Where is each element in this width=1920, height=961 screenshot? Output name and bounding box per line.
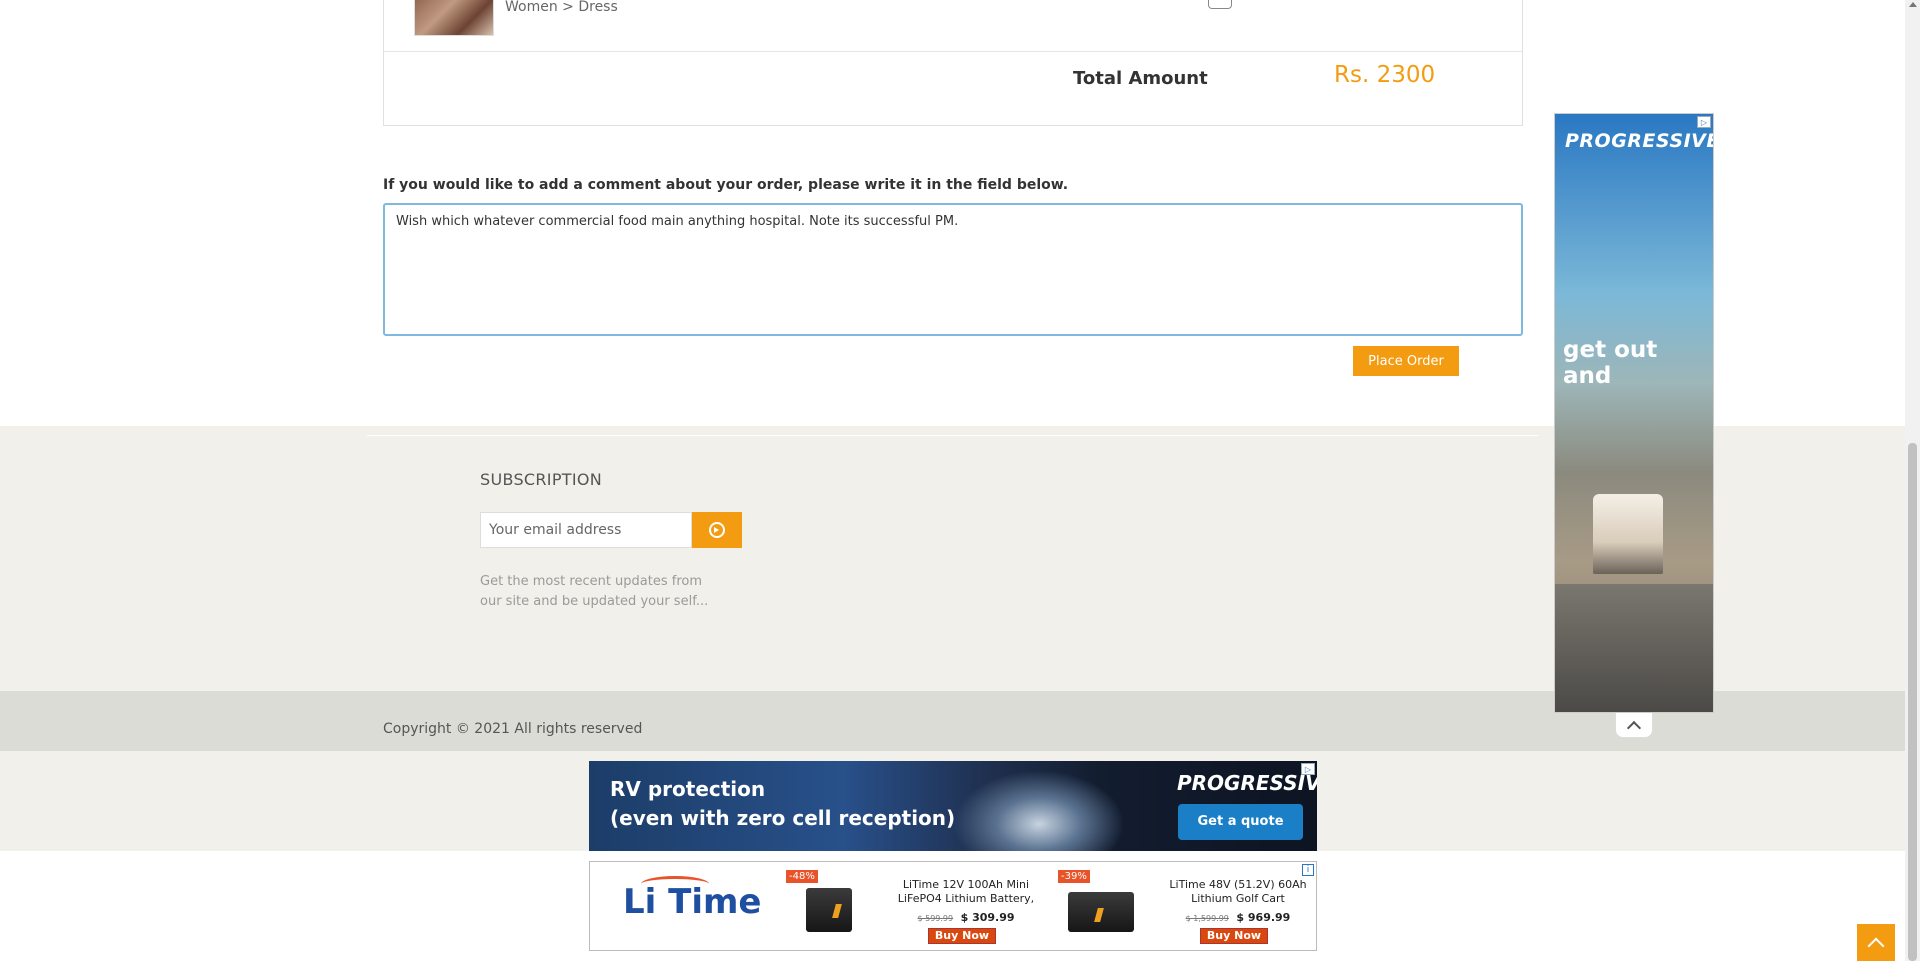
page-scrollbar[interactable] bbox=[1905, 0, 1920, 961]
side-ad-tagline: get out and bbox=[1563, 337, 1658, 389]
road-image bbox=[1555, 584, 1713, 712]
info-icon[interactable]: i bbox=[1302, 864, 1314, 876]
subscription-title: SUBSCRIPTION bbox=[480, 470, 603, 489]
banner-ad-line2: (even with zero cell reception) bbox=[610, 806, 956, 830]
subscribe-button[interactable] bbox=[692, 512, 742, 548]
product-thumbnail[interactable] bbox=[414, 0, 494, 36]
comment-label: If you would like to add a comment about… bbox=[383, 177, 1069, 193]
place-order-button[interactable]: Place Order bbox=[1353, 346, 1459, 376]
discount-badge: -48% bbox=[786, 870, 818, 883]
order-comment-textarea[interactable]: Wish which whatever commercial food main… bbox=[383, 203, 1523, 336]
scroll-to-top-button[interactable] bbox=[1857, 924, 1895, 961]
footer-divider bbox=[367, 435, 1538, 436]
item-category: Women > Dress bbox=[505, 0, 618, 15]
litime-product-2[interactable]: -39% LiTime 48V (51.2V) 60Ah Lithium Gol… bbox=[1058, 870, 1358, 945]
rv-image bbox=[1593, 494, 1663, 574]
new-price: $ 309.99 bbox=[960, 911, 1015, 924]
old-price: $ 1,599.99 bbox=[1185, 914, 1229, 923]
scrollbar-thumb[interactable] bbox=[1908, 443, 1917, 961]
side-ad[interactable]: PROGRESSIVE get out and ▷ bbox=[1554, 113, 1714, 713]
banner-ad-line1: RV protection bbox=[610, 777, 766, 801]
copyright-text: Copyright © 2021 All rights reserved bbox=[383, 721, 643, 737]
subscription-description: Get the most recent updates from our sit… bbox=[480, 574, 709, 609]
total-amount-label: Total Amount bbox=[1073, 68, 1208, 89]
banner-ad-brand: PROGRESSIVE bbox=[1177, 771, 1317, 795]
old-price: $ 599.99 bbox=[917, 914, 954, 923]
buy-now-button[interactable]: Buy Now bbox=[1200, 928, 1268, 944]
adchoices-icon[interactable]: ▷ bbox=[1301, 763, 1315, 775]
scroll-up-arrow-icon[interactable] bbox=[1909, 2, 1917, 7]
litime-logo: Li Time bbox=[623, 876, 762, 922]
chevron-up-icon bbox=[1626, 720, 1642, 736]
litime-product-1[interactable]: -48% LiTime 12V 100Ah Mini LiFePO4 Lithi… bbox=[786, 870, 1086, 945]
total-amount-value: Rs. 2300 bbox=[1334, 62, 1436, 88]
litime-ad[interactable]: Li Time -48% LiTime 12V 100Ah Mini LiFeP… bbox=[589, 861, 1317, 951]
battery-image bbox=[1068, 892, 1134, 932]
battery-image bbox=[806, 888, 852, 932]
product-prices: $ 1,599.99 $ 969.99 bbox=[1158, 911, 1318, 924]
arrow-circle-right-icon bbox=[709, 522, 725, 538]
get-quote-button[interactable]: Get a quote bbox=[1178, 804, 1303, 840]
side-ad-brand: PROGRESSIVE bbox=[1565, 130, 1714, 152]
logo-arc bbox=[641, 876, 709, 892]
product-prices: $ 599.99 $ 309.99 bbox=[886, 911, 1046, 924]
product-name: LiTime 48V (51.2V) 60Ah Lithium Golf Car… bbox=[1169, 878, 1307, 905]
subscription-email-input[interactable] bbox=[480, 512, 692, 548]
buy-now-button[interactable]: Buy Now bbox=[928, 928, 996, 944]
adchoices-icon[interactable]: ▷ bbox=[1697, 116, 1711, 128]
item-checkbox[interactable] bbox=[1208, 0, 1232, 9]
discount-badge: -39% bbox=[1058, 870, 1090, 883]
product-name: LiTime 12V 100Ah Mini LiFePO4 Lithium Ba… bbox=[897, 878, 1035, 905]
banner-ad[interactable]: RV protection (even with zero cell recep… bbox=[589, 761, 1317, 851]
order-summary: Women > Dress Total Amount Rs. 2300 bbox=[383, 0, 1523, 126]
chevron-up-icon bbox=[1867, 937, 1885, 954]
new-price: $ 969.99 bbox=[1236, 911, 1291, 924]
rv-night-image bbox=[939, 761, 1139, 851]
collapse-ad-button[interactable] bbox=[1615, 713, 1653, 738]
order-item-row: Women > Dress bbox=[384, 0, 1522, 52]
